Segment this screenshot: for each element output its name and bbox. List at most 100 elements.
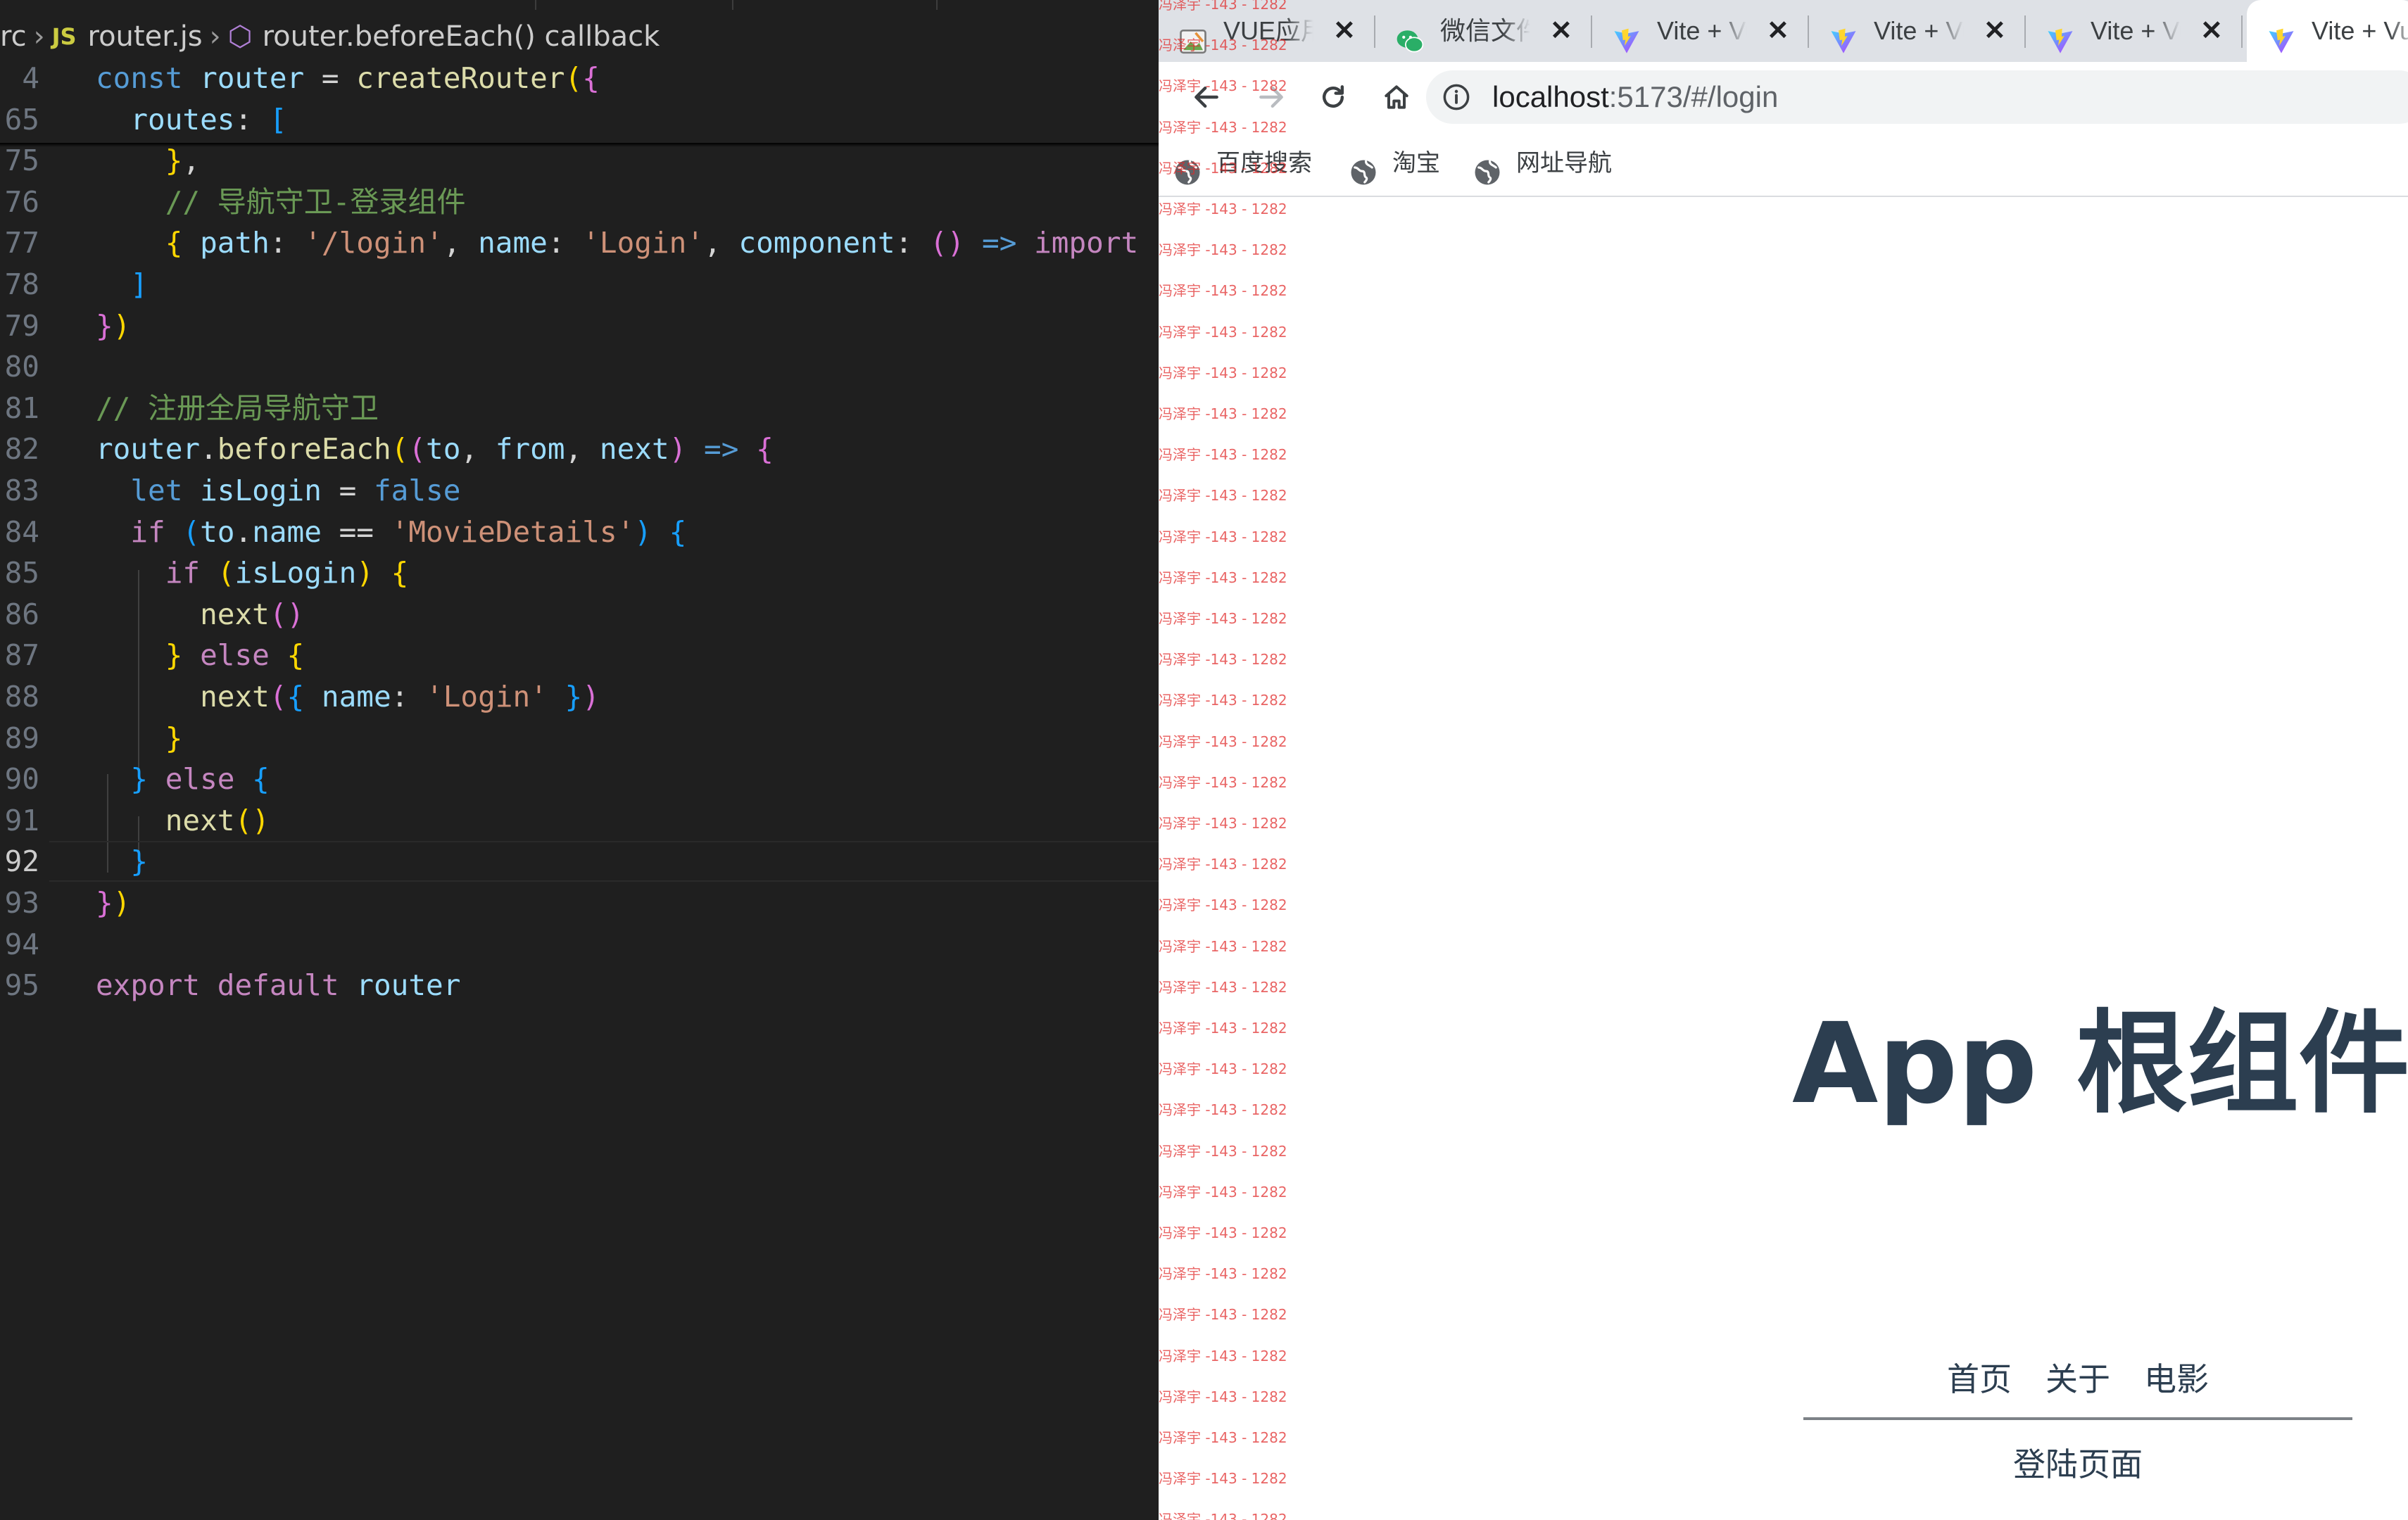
code-token: if [130, 515, 183, 549]
code-token: ( [182, 515, 201, 549]
code-line[interactable]: 65 routes: [ [0, 99, 1159, 140]
tab-title: Vite + Vue [2091, 0, 2181, 62]
close-tab-icon[interactable]: ✕ [1984, 0, 2006, 62]
code-line[interactable]: 82 router.beforeEach((to, from, next) => … [0, 429, 1159, 469]
breadcrumb-symbol[interactable]: router.beforeEach() callback [263, 0, 660, 66]
bookmark-item[interactable]: 淘宝 [1349, 131, 1440, 196]
code-text: if (isLogin) { [96, 552, 409, 593]
close-tab-icon[interactable]: ✕ [1333, 0, 1356, 62]
code-line[interactable]: 88 next({ name: 'Login' }) [0, 676, 1159, 717]
code-line[interactable]: 95 export default router [0, 965, 1159, 1006]
page-nav: 首页 关于 电影 [1803, 1343, 2352, 1420]
code-line[interactable]: 80 [0, 346, 1159, 387]
code-token: router [356, 968, 461, 1002]
reload-icon [1322, 85, 1344, 108]
bookmark-item[interactable]: 网址导航 [1473, 131, 1612, 196]
arrow-left-icon [1194, 86, 1218, 108]
tab-active[interactable]: Vite + Vue [2247, 0, 2408, 62]
code-text: router.beforeEach((to, from, next) => { [96, 429, 774, 469]
code-line[interactable]: 81 // 注册全局导航守卫 [0, 388, 1159, 429]
code-token: 'Login' [582, 226, 705, 260]
code-text: }, [96, 140, 200, 181]
code-token: ) [113, 886, 131, 920]
code-line[interactable]: 93}) [0, 882, 1159, 923]
globe-icon [1173, 147, 1202, 185]
code-line[interactable]: 78 ] [0, 264, 1159, 305]
forward-button[interactable] [1250, 76, 1292, 118]
tab-divider [936, 0, 938, 10]
code-line[interactable]: 86 next() [0, 594, 1159, 635]
code-token: isLogin [200, 474, 322, 507]
code-token: { [391, 556, 409, 590]
code-line[interactable]: 4 const router = createRouter({ [0, 58, 1159, 99]
code-line[interactable]: 83 let isLogin = false [0, 470, 1159, 511]
code-token: if [165, 556, 218, 590]
code-text: } else { [96, 635, 304, 676]
code-text: routes: [ [96, 99, 286, 140]
browser-tab[interactable]: Vite + Vue ✕ [1592, 0, 1809, 62]
code-token: isLogin [234, 556, 357, 590]
back-button[interactable] [1185, 76, 1228, 118]
nav-link[interactable]: 首页 [1947, 1361, 2012, 1398]
bookmark-item[interactable]: 百度搜索 [1173, 131, 1312, 196]
code-line[interactable]: 91 next() [0, 800, 1159, 841]
code-line[interactable]: 85 if (isLogin) { [0, 552, 1159, 593]
code-line[interactable]: 94 [0, 924, 1159, 965]
reload-button[interactable] [1312, 76, 1354, 118]
image-favicon-icon [1178, 17, 1208, 54]
browser-tab[interactable]: Vite + Vue ✕ [1809, 0, 2026, 62]
code-token: ( [565, 61, 583, 95]
info-icon[interactable] [1442, 82, 1471, 112]
code-token: ) [669, 432, 687, 466]
browser-tab[interactable]: VUE应用 ✕ [1159, 0, 1375, 62]
breadcrumb-folder[interactable]: rc [0, 0, 27, 66]
code-token: } [96, 886, 113, 920]
code-token: to [200, 515, 235, 549]
code-token: next [599, 432, 669, 466]
code-line[interactable]: 76 // 导航守卫-登录组件 [0, 182, 1159, 222]
code-line[interactable]: 92 } [0, 841, 1159, 882]
close-tab-icon[interactable]: ✕ [2200, 0, 2223, 62]
code-token: to [426, 432, 461, 466]
code-line[interactable]: 79}) [0, 305, 1159, 346]
line-number: 80 [4, 350, 39, 384]
code-line[interactable]: 75 }, [0, 140, 1159, 181]
url-text[interactable]: localhost:5173/#/login [1492, 70, 1778, 124]
code-token: . [234, 515, 253, 549]
browser-tab[interactable]: 微信文件 ✕ [1375, 0, 1592, 62]
nav-link[interactable]: 关于 [2045, 1361, 2110, 1398]
close-tab-icon[interactable]: ✕ [1550, 0, 1572, 62]
address-bar[interactable]: localhost:5173/#/login [1426, 70, 2408, 124]
nav-link[interactable]: 电影 [2144, 1361, 2209, 1398]
line-number: 83 [4, 474, 39, 507]
code-token: , [565, 432, 600, 466]
code-line[interactable]: 77 { path: '/login', name: 'Login', comp… [0, 222, 1159, 263]
code-line[interactable]: 84 if (to.name == 'MovieDetails') { [0, 512, 1159, 552]
code-line[interactable]: 87 } else { [0, 635, 1159, 676]
code-text: } [96, 841, 148, 882]
vite-logo-icon [2045, 17, 2075, 53]
code-token: { [582, 61, 600, 95]
code-line[interactable]: 90 } else { [0, 759, 1159, 799]
code-text: const router = createRouter({ [96, 58, 600, 99]
breadcrumb-file[interactable]: router.js [88, 0, 203, 66]
code-token: } [96, 309, 113, 343]
close-tab-icon[interactable]: ✕ [1767, 0, 1789, 62]
arrow-right-icon [1259, 86, 1283, 108]
code-token: router [200, 61, 305, 95]
home-button[interactable] [1375, 76, 1418, 118]
browser-tab[interactable]: Vite + Vue ✕ [2026, 0, 2243, 62]
line-number: 82 [4, 432, 39, 466]
code-line[interactable]: 89 } [0, 718, 1159, 759]
vite-logo-icon [1612, 17, 1641, 53]
